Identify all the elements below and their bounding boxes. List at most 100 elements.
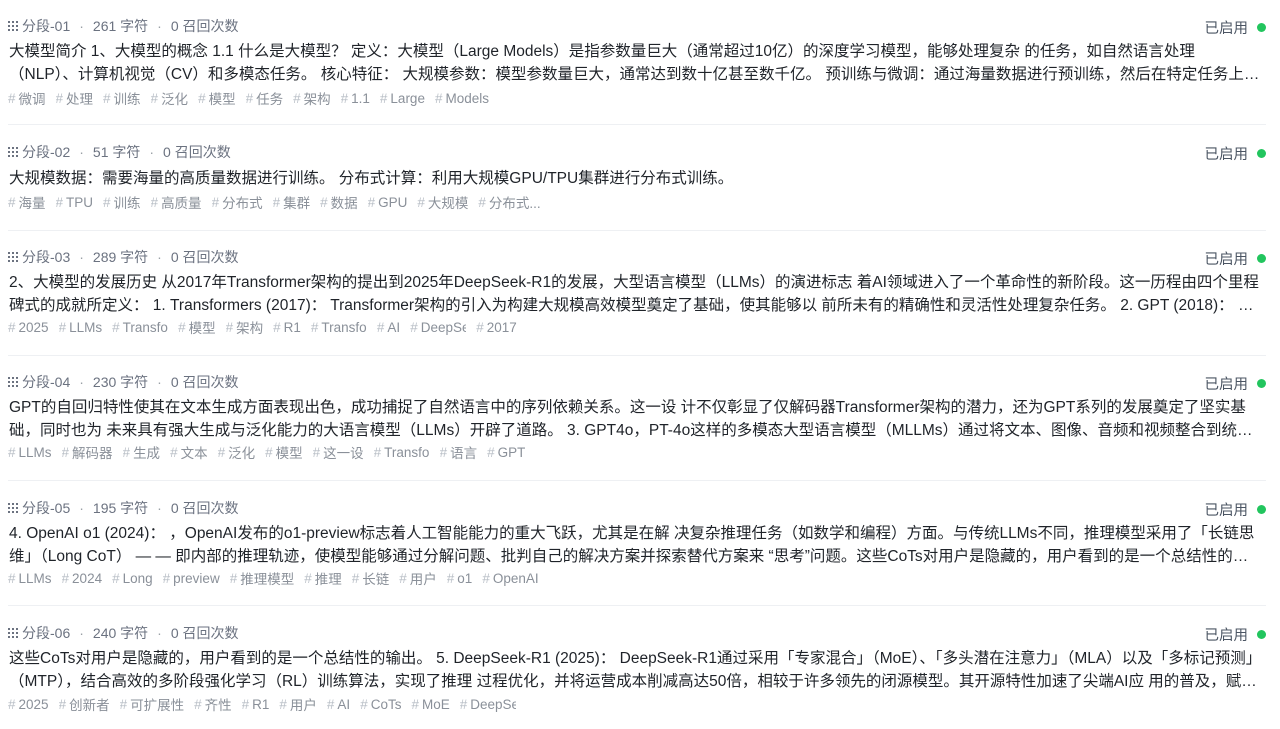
keyword-tag[interactable]: # LLMs (8, 445, 52, 460)
keyword-tag[interactable]: # o1 (447, 571, 473, 586)
tag-label: R1 (252, 696, 270, 712)
keyword-tag[interactable]: # 文本 (170, 442, 208, 462)
segment-card[interactable]: 分段-03 · 289 字符 · 0 召回次数 已启用 2、大模型的发展历史 从… (0, 231, 1280, 356)
keyword-tag[interactable]: # Large (380, 91, 425, 106)
keyword-tag[interactable]: #DeepSeek (410, 320, 466, 335)
keyword-tag[interactable]: # R1 (273, 320, 301, 335)
keyword-tag[interactable]: # 推理模型 (230, 568, 295, 588)
keyword-tag[interactable]: # R1 (242, 697, 270, 712)
keyword-tag[interactable]: # 集群 (273, 192, 311, 212)
keyword-tag[interactable]: #Transformer (112, 320, 168, 335)
keyword-tag[interactable]: #2025 (8, 320, 49, 335)
keyword-tag[interactable]: # Models (435, 91, 489, 106)
segment-header: 分段-04 · 230 字符 · 0 召回次数 (8, 371, 239, 393)
hash-icon: # (279, 696, 287, 712)
segment-content[interactable]: GPT的自回归特性使其在文本生成方面表现出色，成功捕捉了自然语言中的序列依赖关系… (9, 396, 1261, 442)
separator-dot: · (157, 625, 162, 641)
keyword-tag[interactable]: # 解码器 (62, 442, 113, 462)
keyword-tag[interactable]: # CoTs (360, 697, 401, 712)
keyword-tag[interactable]: # 这一设 (313, 442, 364, 462)
keyword-tag[interactable]: # 模型 (178, 317, 216, 337)
keyword-tag[interactable]: # 模型 (265, 442, 303, 462)
separator-dot: · (79, 249, 84, 265)
segment-card[interactable]: 分段-02 · 51 字符 · 0 召回次数 已启用 大规模数据：需要海量的高质… (0, 125, 1280, 231)
keyword-tag[interactable]: # 分布式... (478, 192, 540, 212)
status-indicator[interactable]: 已启用 (1205, 498, 1266, 520)
status-indicator[interactable]: 已启用 (1205, 142, 1266, 164)
keyword-tag[interactable]: # 泛化 (151, 88, 189, 108)
keyword-tags: #2025 # 创新者 # 可扩展性 # 齐性 # R1 # 用户 # AI # CoTs #… (8, 694, 516, 714)
status-indicator[interactable]: 已启用 (1205, 247, 1266, 269)
keyword-tag[interactable]: # 模型 (198, 88, 236, 108)
status-indicator[interactable]: 已启用 (1205, 16, 1266, 38)
keyword-tag[interactable]: #Transformer (374, 445, 430, 460)
keyword-tag[interactable]: #2025 (8, 697, 49, 712)
keyword-tag[interactable]: #DeepSeek (460, 697, 516, 712)
keyword-tag[interactable]: # 训练 (103, 88, 141, 108)
status-indicator[interactable]: 已启用 (1205, 372, 1266, 394)
keyword-tag[interactable]: # LLMs (59, 320, 103, 335)
tag-label: Transformers (321, 319, 367, 335)
hash-icon: # (273, 319, 281, 335)
keyword-tag[interactable]: # GPU (368, 195, 408, 210)
keyword-tag[interactable]: # 用户 (279, 694, 317, 714)
status-indicator[interactable]: 已启用 (1205, 623, 1266, 645)
tag-label: DeepSeek (420, 319, 467, 335)
tag-label: LLMs (18, 444, 52, 460)
keyword-tag[interactable]: # 生成 (123, 442, 161, 462)
keyword-tag[interactable]: # LLMs (8, 571, 52, 586)
keyword-tag[interactable]: # 推理 (304, 568, 342, 588)
keyword-tag[interactable]: # AI (327, 697, 350, 712)
segment-content[interactable]: 4. OpenAI o1 (2024)： ，OpenAI发布的o1-previe… (9, 522, 1261, 568)
grip-icon (8, 147, 18, 157)
keyword-tag[interactable]: # OpenAI (482, 571, 538, 586)
tag-label: 模型 (188, 321, 216, 336)
segment-content[interactable]: 大规模数据：需要海量的高质量数据进行训练。 分布式计算：利用大规模GPU/TPU… (9, 167, 1261, 190)
keyword-tags: # LLMs # 解码器 # 生成 # 文本 # 泛化 # 模型 # 这一设 # Transfo… (8, 442, 525, 462)
keyword-tag[interactable]: # TPU (56, 195, 94, 210)
keyword-tag[interactable]: # 架构 (226, 317, 264, 337)
keyword-tag[interactable]: # 创新者 (59, 694, 110, 714)
keyword-tag[interactable]: #2017 (476, 320, 517, 335)
keyword-tag[interactable]: # GPT (487, 445, 525, 460)
keyword-tag[interactable]: # 任务 (246, 88, 284, 108)
keyword-tag[interactable]: # Long (112, 571, 153, 586)
keyword-tag[interactable]: # preview (163, 571, 220, 586)
keyword-tag[interactable]: #1.1 (341, 91, 370, 106)
keyword-tag[interactable]: # 微调 (8, 88, 46, 108)
char-count: 261 字符 (92, 18, 149, 34)
hash-icon: # (217, 444, 226, 460)
keyword-tag[interactable]: # 大规模 (417, 192, 468, 212)
segment-content[interactable]: 大模型简介 1、大模型的概念 1.1 什么是大模型？ 定义：大模型（Large … (9, 40, 1261, 86)
keyword-tag[interactable]: # MoE (411, 697, 449, 712)
grip-icon (8, 503, 18, 513)
keyword-tag[interactable]: # 齐性 (194, 694, 232, 714)
keyword-tag[interactable]: # AI (377, 320, 400, 335)
hash-icon: # (103, 194, 111, 210)
segment-card[interactable]: 分段-05 · 195 字符 · 0 召回次数 已启用 4. OpenAI o1… (0, 481, 1280, 606)
hash-icon: # (8, 194, 16, 210)
segment-card[interactable]: 分段-01 · 261 字符 · 0 召回次数 已启用 大模型简介 1、大模型的… (0, 0, 1280, 125)
keyword-tag[interactable]: # 分布式 (212, 192, 263, 212)
segment-content[interactable]: 这些CoTs对用户是隐藏的，用户看到的是一个总结性的输出。 5. DeepSee… (9, 647, 1261, 693)
keyword-tag[interactable]: # 架构 (293, 88, 331, 108)
segment-card[interactable]: 分段-06 · 240 字符 · 0 召回次数 已启用 这些CoTs对用户是隐藏… (0, 607, 1280, 729)
hash-icon: # (487, 444, 495, 460)
segment-content[interactable]: 2、大模型的发展历史 从2017年Transformer架构的提出到2025年D… (9, 271, 1261, 317)
tag-label: AI (387, 319, 401, 335)
keyword-tag[interactable]: # 可扩展性 (120, 694, 185, 714)
keyword-tag[interactable]: # 海量 (8, 192, 46, 212)
keyword-tag[interactable]: # 泛化 (218, 442, 256, 462)
keyword-tag[interactable]: # 语言 (440, 442, 478, 462)
segment-list: 分段-01 · 261 字符 · 0 召回次数 已启用 大模型简介 1、大模型的… (0, 0, 1280, 729)
keyword-tag[interactable]: # 训练 (103, 192, 141, 212)
keyword-tag[interactable]: #2024 (62, 571, 103, 586)
hash-icon: # (112, 319, 120, 335)
keyword-tag[interactable]: # 长链 (352, 568, 390, 588)
keyword-tag[interactable]: # 数据 (320, 192, 358, 212)
keyword-tag[interactable]: # 用户 (399, 568, 437, 588)
keyword-tag[interactable]: # 高质量 (151, 192, 202, 212)
segment-card[interactable]: 分段-04 · 230 字符 · 0 召回次数 已启用 GPT的自回归特性使其在… (0, 356, 1280, 481)
keyword-tag[interactable]: # 处理 (56, 88, 94, 108)
keyword-tag[interactable]: #Transformers (311, 320, 367, 335)
